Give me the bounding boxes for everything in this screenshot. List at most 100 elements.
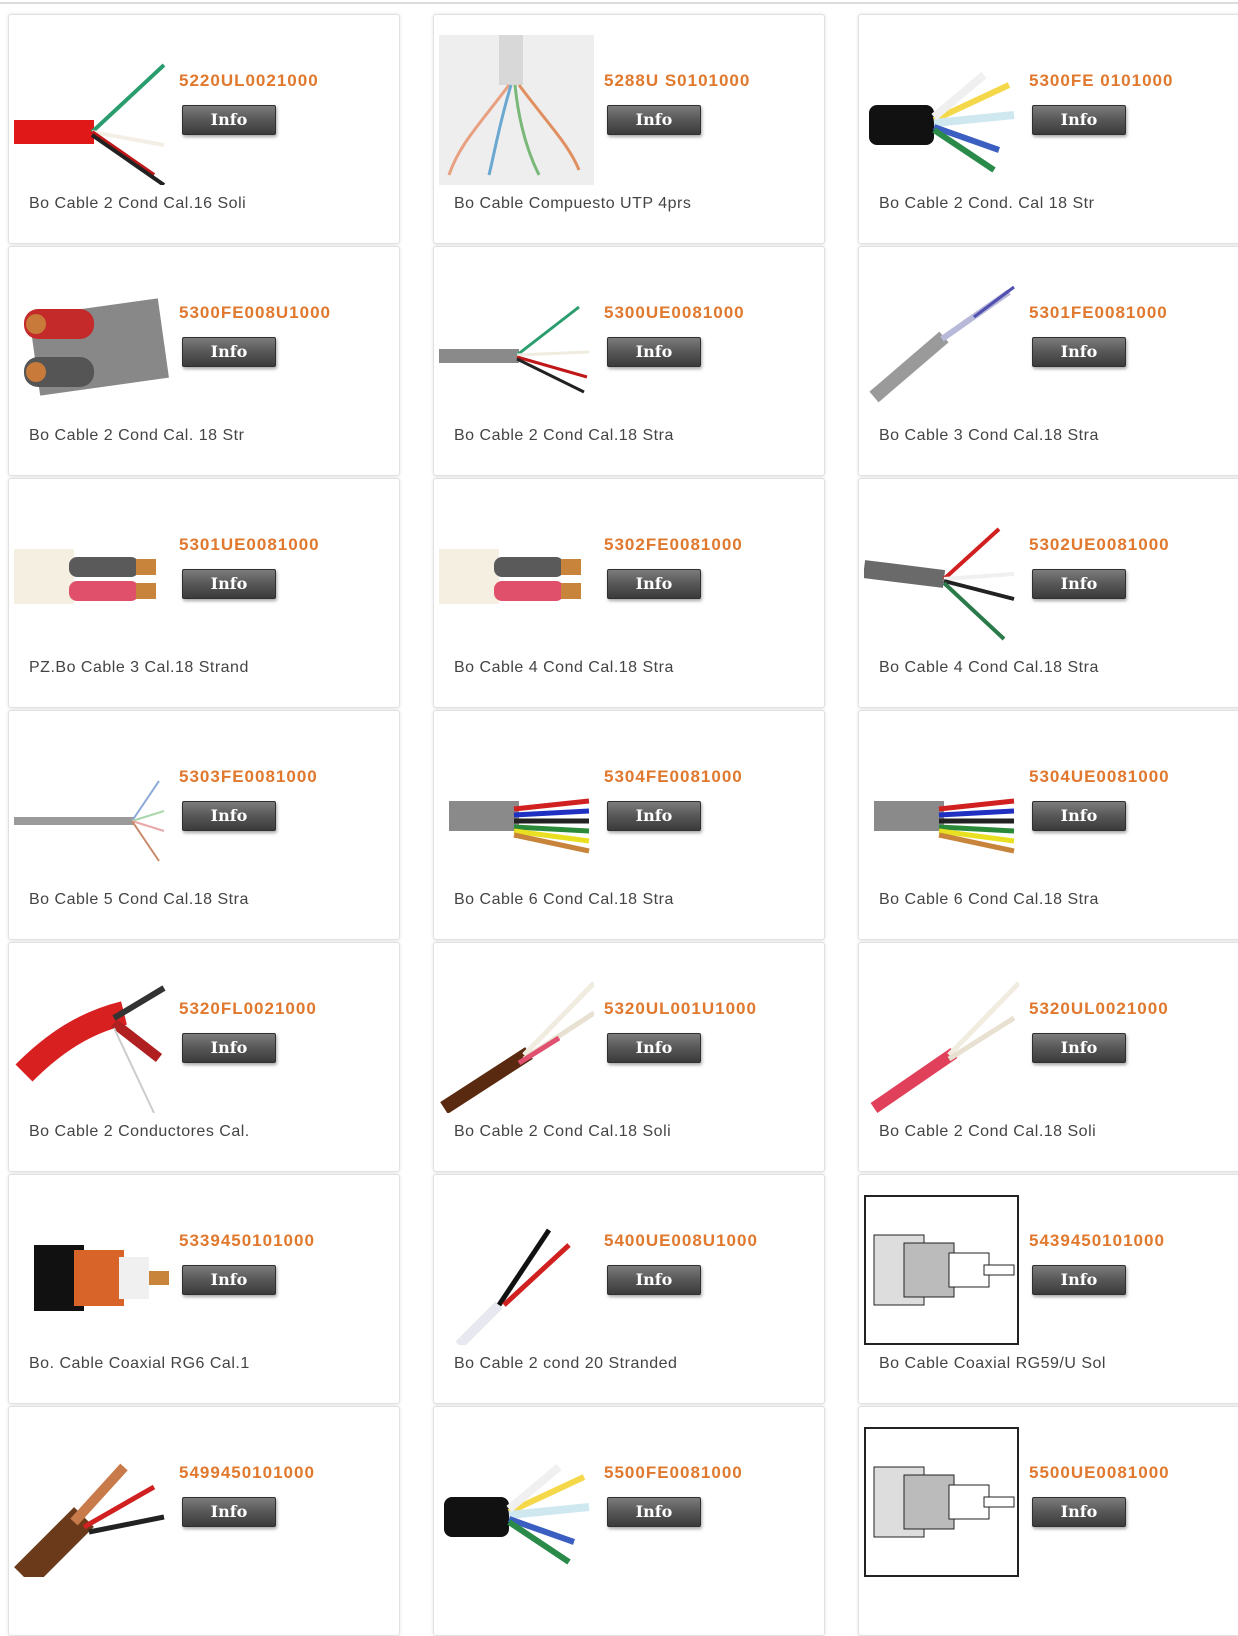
product-code: 5302UE0081000: [1029, 535, 1170, 554]
info-button[interactable]: Info: [1032, 1265, 1126, 1295]
product-card: 5288U S0101000 Info Bo Cable Compuesto U…: [433, 14, 825, 244]
red-cable-icon[interactable]: [864, 963, 1019, 1113]
product-description: Bo Cable Coaxial RG59/U Sol: [879, 1355, 1106, 1372]
coaxial-cable-icon[interactable]: [14, 1195, 169, 1345]
product-code: 5301FE0081000: [1029, 303, 1168, 322]
info-button[interactable]: Info: [607, 1497, 701, 1527]
info-button[interactable]: Info: [1032, 569, 1126, 599]
info-button[interactable]: Info: [1032, 105, 1126, 135]
red-cable-icon[interactable]: [14, 35, 169, 185]
product-description: Bo Cable 2 Cond Cal.18 Stra: [454, 427, 674, 444]
product-description: Bo Cable 4 Cond Cal.18 Stra: [879, 659, 1099, 676]
info-button[interactable]: Info: [182, 569, 276, 599]
white-cable-icon[interactable]: [14, 499, 169, 649]
product-code: 5500FE0081000: [604, 1463, 743, 1482]
product-description: Bo Cable 2 cond 20 Stranded: [454, 1355, 678, 1372]
info-button[interactable]: Info: [182, 1033, 276, 1063]
product-card: 5300FE008U1000 Info Bo Cable 2 Cond Cal.…: [8, 246, 400, 476]
gray-cable-icon[interactable]: [864, 267, 1019, 417]
product-code: 5499450101000: [179, 1463, 315, 1482]
info-button[interactable]: Info: [607, 1033, 701, 1063]
product-card: 5400UE008U1000 Info Bo Cable 2 cond 20 S…: [433, 1174, 825, 1404]
product-description: PZ.Bo Cable 3 Cal.18 Strand: [29, 659, 249, 676]
product-code: 5302FE0081000: [604, 535, 743, 554]
info-button[interactable]: Info: [607, 337, 701, 367]
product-description: Bo Cable 5 Cond Cal.18 Stra: [29, 891, 249, 908]
product-description: Bo Cable 2 Cond Cal.18 Soli: [879, 1123, 1097, 1140]
utp-cable-icon[interactable]: [439, 35, 594, 185]
product-description: Bo Cable 6 Cond Cal.18 Stra: [879, 891, 1099, 908]
thin-gray-cable-icon[interactable]: [14, 731, 169, 881]
product-description: Bo Cable 2 Cond. Cal 18 Str: [879, 195, 1095, 212]
coaxial-drawing-icon[interactable]: [864, 1427, 1019, 1577]
info-button[interactable]: Info: [1032, 337, 1126, 367]
product-card: 5302FE0081000 Info Bo Cable 4 Cond Cal.1…: [433, 478, 825, 708]
product-code: 5400UE008U1000: [604, 1231, 758, 1250]
product-code: 5439450101000: [1029, 1231, 1165, 1250]
red-shielded-cable-icon[interactable]: [14, 963, 169, 1113]
colorful-cable-icon[interactable]: [439, 731, 594, 881]
product-card: 5320FL0021000 Info Bo Cable 2 Conductore…: [8, 942, 400, 1172]
gray-multicore-cable-icon[interactable]: [864, 499, 1019, 649]
info-button[interactable]: Info: [607, 105, 701, 135]
shielded-cable-icon[interactable]: [14, 267, 169, 417]
product-description: Bo Cable 6 Cond Cal.18 Stra: [454, 891, 674, 908]
product-card: 5300FE 0101000 Info Bo Cable 2 Cond. Cal…: [858, 14, 1238, 244]
brown-cable-icon[interactable]: [439, 963, 594, 1113]
info-button[interactable]: Info: [607, 569, 701, 599]
product-code: 5304FE0081000: [604, 767, 743, 786]
product-card: 5220UL0021000 Info Bo Cable 2 Cond Cal.1…: [8, 14, 400, 244]
product-code: 5304UE0081000: [1029, 767, 1170, 786]
info-button[interactable]: Info: [182, 105, 276, 135]
product-card: 5339450101000 Info Bo. Cable Coaxial RG6…: [8, 1174, 400, 1404]
product-card: 5320UL001U1000 Info Bo Cable 2 Cond Cal.…: [433, 942, 825, 1172]
product-code: 5288U S0101000: [604, 71, 751, 90]
product-card: 5304UE0081000 Info Bo Cable 6 Cond Cal.1…: [858, 710, 1238, 940]
product-card: 5302UE0081000 Info Bo Cable 4 Cond Cal.1…: [858, 478, 1238, 708]
product-card: 5320UL0021000 Info Bo Cable 2 Cond Cal.1…: [858, 942, 1238, 1172]
product-code: 5320UL001U1000: [604, 999, 757, 1018]
product-description: Bo Cable 2 Cond Cal.16 Soli: [29, 195, 247, 212]
product-code: 5300FE 0101000: [1029, 71, 1174, 90]
info-button[interactable]: Info: [1032, 1497, 1126, 1527]
info-button[interactable]: Info: [182, 1497, 276, 1527]
product-code: 5300FE008U1000: [179, 303, 332, 322]
product-description: Bo Cable 3 Cond Cal.18 Stra: [879, 427, 1099, 444]
product-description: Bo Cable 2 Cond Cal. 18 Str: [29, 427, 245, 444]
product-code: 5301UE0081000: [179, 535, 320, 554]
product-code: 5339450101000: [179, 1231, 315, 1250]
product-code: 5320FL0021000: [179, 999, 317, 1018]
white-cable-icon[interactable]: [439, 499, 594, 649]
product-code: 5320UL0021000: [1029, 999, 1169, 1018]
product-card: 5301FE0081000 Info Bo Cable 3 Cond Cal.1…: [858, 246, 1238, 476]
product-card: 5500FE0081000 Info: [433, 1406, 825, 1636]
colorful-cable-icon[interactable]: [864, 731, 1019, 881]
product-grid: 5220UL0021000 Info Bo Cable 2 Cond Cal.1…: [0, 0, 1238, 1636]
product-code: 5303FE0081000: [179, 767, 318, 786]
coaxial-drawing-icon[interactable]: [864, 1195, 1019, 1345]
multicore-cable-icon[interactable]: [864, 35, 1019, 185]
product-description: Bo Cable Compuesto UTP 4prs: [454, 195, 692, 212]
product-card: 5439450101000 Info Bo Cable Coaxial RG59…: [858, 1174, 1238, 1404]
product-description: Bo Cable 2 Cond Cal.18 Soli: [454, 1123, 672, 1140]
info-button[interactable]: Info: [182, 337, 276, 367]
product-description: Bo Cable 2 Conductores Cal.: [29, 1123, 250, 1140]
info-button[interactable]: Info: [607, 1265, 701, 1295]
info-button[interactable]: Info: [1032, 1033, 1126, 1063]
gray-cable-icon[interactable]: [439, 267, 594, 417]
product-card: 5500UE0081000 Info: [858, 1406, 1238, 1636]
product-card: 5304FE0081000 Info Bo Cable 6 Cond Cal.1…: [433, 710, 825, 940]
info-button[interactable]: Info: [182, 1265, 276, 1295]
product-card: 5303FE0081000 Info Bo Cable 5 Cond Cal.1…: [8, 710, 400, 940]
two-wire-cable-icon[interactable]: [439, 1195, 594, 1345]
product-card: 5499450101000 Info: [8, 1406, 400, 1636]
multicore-cable-icon[interactable]: [439, 1427, 594, 1577]
product-code: 5500UE0081000: [1029, 1463, 1170, 1482]
product-code: 5220UL0021000: [179, 71, 319, 90]
info-button[interactable]: Info: [1032, 801, 1126, 831]
info-button[interactable]: Info: [607, 801, 701, 831]
siamese-coaxial-icon[interactable]: [14, 1427, 169, 1577]
info-button[interactable]: Info: [182, 801, 276, 831]
product-description: Bo. Cable Coaxial RG6 Cal.1: [29, 1355, 250, 1372]
product-description: Bo Cable 4 Cond Cal.18 Stra: [454, 659, 674, 676]
